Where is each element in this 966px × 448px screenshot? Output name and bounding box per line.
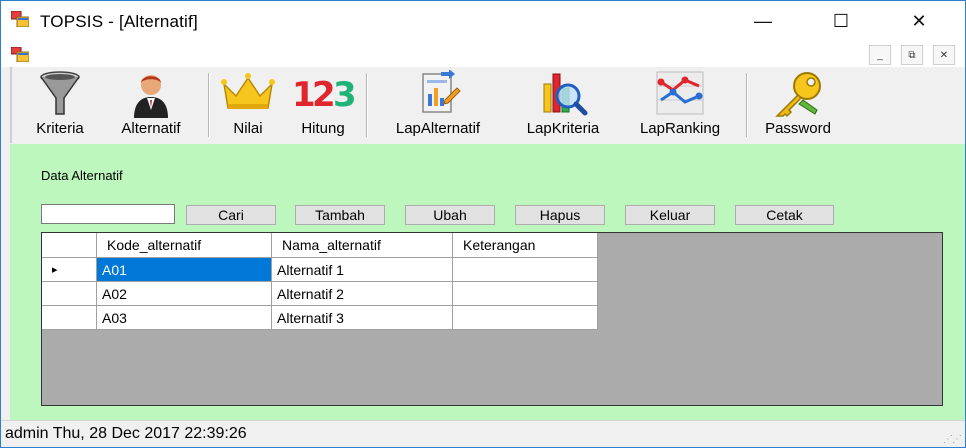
table-cell-keterangan[interactable] [453, 258, 598, 282]
toolbar-label-hitung: Hitung [301, 120, 345, 137]
crown-icon [221, 73, 275, 109]
column-header-nama[interactable]: Nama_alternatif [272, 233, 453, 258]
numbers-123-icon: 1 2 3 [292, 75, 356, 114]
key-icon [775, 72, 821, 118]
toolbar-button-password[interactable]: Password [754, 67, 842, 143]
search-input[interactable] [41, 204, 175, 224]
toolbar-button-hitung[interactable]: 1 2 3 Hitung [286, 67, 360, 143]
status-text: admin Thu, 28 Dec 2017 22:39:26 [5, 425, 247, 442]
table-cell-kode[interactable]: A01 [97, 258, 272, 282]
minimize-button[interactable]: — [737, 1, 789, 41]
person-icon [134, 75, 168, 118]
cari-button[interactable]: Cari [186, 205, 276, 225]
toolbar-label-lapkriteria: LapKriteria [526, 120, 600, 137]
mdi-minimize-icon: _ [877, 49, 883, 61]
ubah-button[interactable]: Ubah [405, 205, 495, 225]
alternatif-form: Data Alternatif Cari Tambah Ubah Hapus K… [10, 144, 965, 420]
table-cell-keterangan[interactable] [453, 282, 598, 306]
status-bar: admin Thu, 28 Dec 2017 22:39:26 ⋰⋰ [1, 420, 965, 447]
toolbar-label-kriteria: Kriteria [36, 120, 84, 137]
mdi-restore-icon: ⧉ [908, 49, 916, 61]
alternatif-data-grid[interactable]: Kode_alternatif Nama_alternatif Keterang… [41, 232, 943, 406]
mdi-close-button[interactable]: ✕ [933, 45, 955, 65]
app-window: TOPSIS - [Alternatif] — ☐ ✕ _ ⧉ ✕ Kriter… [0, 0, 966, 448]
current-row-arrow-icon: ▸ [52, 264, 58, 276]
row-header[interactable] [42, 306, 97, 330]
close-icon: ✕ [911, 10, 927, 31]
tambah-button[interactable]: Tambah [295, 205, 385, 225]
maximize-icon: ☐ [832, 10, 850, 31]
toolbar-button-lapalternatif[interactable]: LapAlternatif [374, 67, 502, 143]
minimize-icon: — [754, 10, 772, 31]
mdi-child-bar: _ ⧉ ✕ [1, 41, 965, 67]
ranking-chart-icon [656, 71, 704, 115]
toolbar-label-lapranking: LapRanking [639, 120, 721, 137]
table-cell-kode[interactable]: A03 [97, 306, 272, 330]
toolbar-label-lapalternatif: LapAlternatif [395, 120, 481, 137]
toolbar-separator [208, 73, 210, 137]
cetak-button[interactable]: Cetak [735, 205, 834, 225]
resize-grip-icon[interactable]: ⋰⋰ [943, 434, 962, 445]
toolbar-label-nilai: Nilai [233, 120, 263, 137]
report-document-icon [422, 70, 461, 113]
toolbar-separator [366, 73, 368, 137]
main-toolbar: Kriteria Alternatif Nilai 1 2 3 Hitung L… [10, 67, 965, 143]
grid-corner-header[interactable] [42, 233, 97, 258]
report-search-icon [543, 73, 588, 116]
mdi-minimize-button[interactable]: _ [869, 45, 891, 65]
app-window-icon [11, 11, 29, 27]
table-cell-nama[interactable]: Alternatif 3 [272, 306, 453, 330]
toolbar-button-lapkriteria[interactable]: LapKriteria [510, 67, 616, 143]
column-header-keterangan[interactable]: Keterangan [453, 233, 598, 258]
maximize-button[interactable]: ☐ [815, 1, 867, 41]
hapus-button[interactable]: Hapus [515, 205, 605, 225]
title-bar[interactable]: TOPSIS - [Alternatif] — ☐ ✕ [1, 1, 965, 41]
toolbar-button-kriteria[interactable]: Kriteria [22, 67, 98, 143]
column-header-kode[interactable]: Kode_alternatif [97, 233, 272, 258]
mdi-close-icon: ✕ [939, 49, 949, 61]
table-cell-keterangan[interactable] [453, 306, 598, 330]
mdi-restore-button[interactable]: ⧉ [901, 45, 923, 65]
row-header[interactable] [42, 282, 97, 306]
svg-text:3: 3 [333, 75, 356, 114]
section-title: Data Alternatif [41, 168, 123, 183]
mdi-child-icon[interactable] [11, 47, 29, 62]
table-cell-kode[interactable]: A02 [97, 282, 272, 306]
table-cell-nama[interactable]: Alternatif 2 [272, 282, 453, 306]
toolbar-label-password: Password [765, 120, 831, 137]
keluar-button[interactable]: Keluar [625, 205, 715, 225]
row-header-selected[interactable]: ▸ [42, 258, 97, 282]
toolbar-label-alternatif: Alternatif [121, 120, 181, 137]
toolbar-button-lapranking[interactable]: LapRanking [624, 67, 736, 143]
toolbar-button-alternatif[interactable]: Alternatif [106, 67, 196, 143]
toolbar-button-nilai[interactable]: Nilai [216, 67, 280, 143]
funnel-icon [40, 71, 80, 115]
table-cell-nama[interactable]: Alternatif 1 [272, 258, 453, 282]
window-title: TOPSIS - [Alternatif] [40, 12, 198, 31]
toolbar-separator [746, 73, 748, 137]
close-button[interactable]: ✕ [893, 1, 945, 41]
